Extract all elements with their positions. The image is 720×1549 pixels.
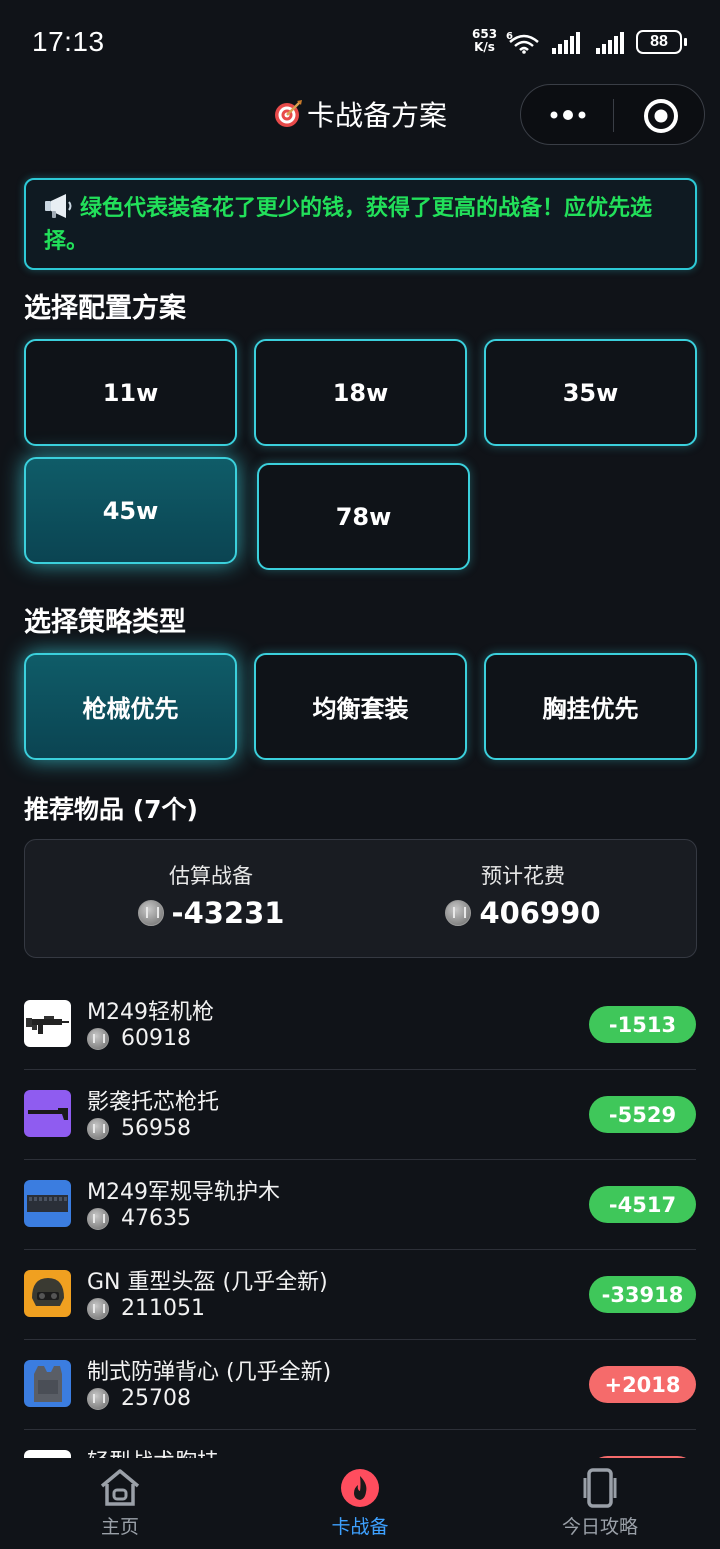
gun-stock-icon: [24, 1090, 71, 1137]
list-item[interactable]: 制式防弹背心 (几乎全新) 25708 +2018: [24, 1340, 696, 1430]
list-item[interactable]: M249军规导轨护木 47635 -4517: [24, 1160, 696, 1250]
config-option-18w[interactable]: 18w: [254, 339, 467, 446]
tab-daily-guide-label: 今日攻略: [561, 1516, 638, 1538]
readiness-delta-badge: -33918: [589, 1276, 696, 1313]
tab-card-readiness[interactable]: 卡战备: [290, 1468, 430, 1539]
coin-icon: [87, 1027, 109, 1050]
notice-banner: 绿色代表装备花了更少的钱，获得了更高的战备！应优先选择。: [24, 178, 697, 270]
coin-icon: [137, 900, 164, 926]
item-name: 轻型战术胸挂: [87, 1444, 219, 1458]
readiness-label: 估算战备: [169, 864, 253, 888]
list-item[interactable]: 轻型战术胸挂: [24, 1430, 696, 1458]
readiness-value: -43231: [171, 896, 285, 930]
readiness-delta-badge: -1513: [589, 1006, 696, 1043]
signal-icon-2: [596, 32, 624, 54]
readiness-delta-badge: +2018: [589, 1366, 696, 1403]
megaphone-icon: [45, 194, 72, 218]
config-option-78w[interactable]: 78w: [257, 463, 470, 570]
list-item[interactable]: 影袭托芯枪托 56958 -5529: [24, 1070, 696, 1160]
readiness-value-row: -43231: [43, 896, 379, 930]
summary-card: 估算战备 -43231 预计花费 406990: [24, 839, 697, 958]
network-speed: 653 K/s: [472, 28, 497, 54]
item-price-value: 211051: [121, 1296, 205, 1321]
item-price-value: 25708: [121, 1386, 191, 1411]
coin-icon: [445, 900, 472, 926]
coin-icon: [87, 1117, 109, 1140]
rail-handguard-icon: [24, 1180, 71, 1227]
battery-level: 88: [650, 33, 668, 50]
item-price: 25708: [87, 1386, 191, 1411]
config-option-45w[interactable]: 45w: [24, 457, 237, 564]
home-icon: [100, 1469, 140, 1506]
cost-summary: 预计花费 406990: [355, 860, 691, 930]
config-option-35w[interactable]: 35w: [484, 339, 697, 446]
config-option-11w[interactable]: 11w: [24, 339, 237, 446]
bottom-tab-bar: 主页 卡战备 今日攻略: [0, 1458, 720, 1549]
item-name: M249军规导轨护木: [87, 1180, 280, 1205]
item-name: GN 重型头盔 (几乎全新): [87, 1270, 328, 1295]
phone-guide-icon: [583, 1468, 617, 1508]
coin-icon: [87, 1297, 109, 1320]
cost-value-row: 406990: [355, 896, 691, 930]
readiness-delta-badge: -4517: [589, 1186, 696, 1223]
strategy-section-title: 选择策略类型: [24, 607, 186, 638]
item-price: 47635: [87, 1206, 191, 1231]
close-miniprogram-icon[interactable]: [642, 97, 680, 135]
wifi-icon: 6: [506, 31, 539, 54]
tab-daily-guide[interactable]: 今日攻略: [530, 1468, 670, 1539]
coin-icon: [87, 1387, 109, 1410]
tab-card-readiness-label: 卡战备: [331, 1516, 389, 1538]
cost-value: 406990: [479, 896, 601, 930]
miniprogram-capsule: [520, 84, 705, 145]
item-price: 60918: [87, 1026, 191, 1051]
target-dart-icon: [274, 100, 302, 127]
tab-home-label: 主页: [100, 1516, 139, 1538]
item-name: 制式防弹背心 (几乎全新): [87, 1360, 332, 1385]
config-section-title: 选择配置方案: [24, 293, 186, 324]
flame-icon: [341, 1469, 379, 1507]
battery-indicator: 88: [636, 30, 687, 54]
chest-rig-icon: [24, 1450, 71, 1458]
strategy-option-chest-rig-first[interactable]: 胸挂优先: [484, 653, 697, 760]
coin-icon: [87, 1207, 109, 1230]
machine-gun-icon: [24, 1000, 71, 1047]
status-bar: 17:13 653 K/s 6 88: [0, 0, 720, 86]
recommend-title: 推荐物品 (7个): [24, 795, 198, 824]
status-time: 17:13: [32, 26, 105, 57]
helmet-icon: [24, 1270, 71, 1317]
cost-label: 预计花费: [481, 864, 565, 888]
strategy-option-balanced[interactable]: 均衡套装: [254, 653, 467, 760]
item-price-value: 47635: [121, 1206, 191, 1231]
item-name: M249轻机枪: [87, 1000, 214, 1025]
item-price: 56958: [87, 1116, 191, 1141]
list-item[interactable]: GN 重型头盔 (几乎全新) 211051 -33918: [24, 1250, 696, 1340]
item-name: 影袭托芯枪托: [87, 1090, 220, 1115]
strategy-option-weapon-first[interactable]: 枪械优先: [24, 653, 237, 760]
page-title-text: 卡战备方案: [306, 99, 447, 132]
readiness-summary: 估算战备 -43231: [43, 860, 379, 930]
item-price: 211051: [87, 1296, 205, 1321]
list-item[interactable]: M249轻机枪 60918 -1513: [24, 980, 696, 1070]
notice-text: 绿色代表装备花了更少的钱，获得了更高的战备！应优先选择。: [44, 196, 653, 254]
vest-icon: [24, 1360, 71, 1407]
item-price-value: 56958: [121, 1116, 191, 1141]
more-icon[interactable]: [548, 101, 588, 129]
network-speed-unit: K/s: [474, 40, 495, 54]
item-price-value: 60918: [121, 1026, 191, 1051]
tab-home[interactable]: 主页: [50, 1468, 190, 1539]
capsule-divider: [613, 99, 614, 132]
recommended-item-list[interactable]: M249轻机枪 60918 -1513 影袭托芯枪托 56958 -5529 M…: [0, 980, 720, 1458]
readiness-delta-badge: -5529: [589, 1096, 696, 1133]
signal-icon: [552, 32, 580, 54]
